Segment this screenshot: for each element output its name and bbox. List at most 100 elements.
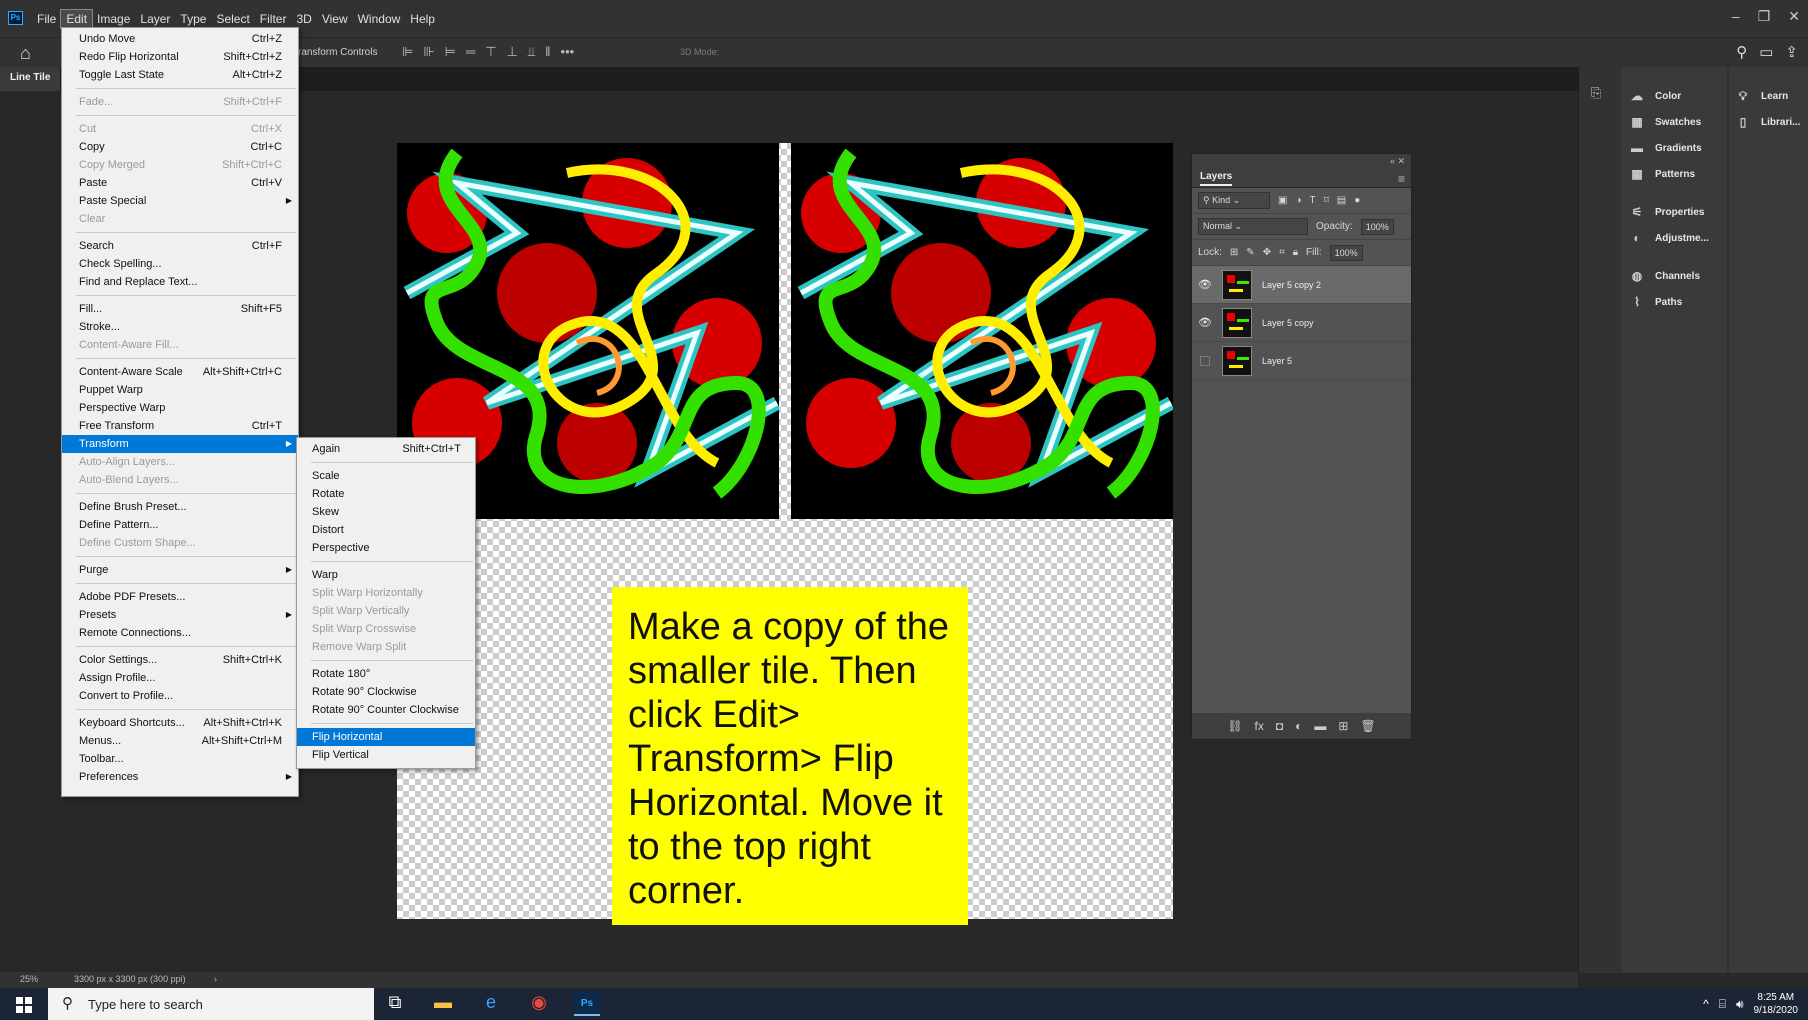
adjustment-icon[interactable]: ◐	[1295, 719, 1302, 733]
layer-row-layer-5-copy[interactable]: 👁︎ Layer 5 copy	[1192, 304, 1411, 342]
clock[interactable]: 8:25 AM 9/18/2020	[1754, 991, 1799, 1017]
menu-item-rotate-180[interactable]: Rotate 180°	[297, 665, 475, 683]
layers-tab[interactable]: Layers	[1200, 171, 1233, 186]
filter-type-icon[interactable]: T	[1310, 195, 1316, 206]
menu-item-scale[interactable]: Scale	[297, 467, 475, 485]
photoshop-taskbar-icon[interactable]: Ps	[574, 992, 600, 1016]
share-icon[interactable]: ⇪	[1785, 43, 1798, 61]
menu-help[interactable]: Help	[405, 10, 440, 28]
menu-item-presets[interactable]: Presets ▶	[62, 606, 298, 624]
panel-libraries[interactable]: ▯ Librari...	[1735, 109, 1808, 135]
menu-item-fill[interactable]: Fill... Shift+F5	[62, 300, 298, 318]
layer-row-layer-5[interactable]: Layer 5	[1192, 342, 1411, 380]
panel-gradients[interactable]: ▬ Gradients	[1629, 135, 1727, 161]
menu-select[interactable]: Select	[211, 10, 254, 28]
close-icon[interactable]: ✕	[1788, 8, 1800, 25]
filter-pixel-icon[interactable]: ▣	[1278, 195, 1287, 206]
menu-edit[interactable]: Edit	[60, 9, 94, 29]
panel-menu-icon[interactable]: ≡	[1398, 172, 1405, 186]
file-explorer-icon[interactable]: ▬	[430, 992, 456, 1016]
home-icon[interactable]: ⌂	[20, 43, 31, 64]
layer-row-layer-5-copy-2[interactable]: 👁︎ Layer 5 copy 2	[1192, 266, 1411, 304]
zoom-level[interactable]: 25%	[20, 974, 38, 984]
menu-item-define-pattern[interactable]: Define Pattern...	[62, 516, 298, 534]
lock-brush-icon[interactable]: ✎	[1246, 247, 1254, 258]
tray-chevron-icon[interactable]: ^	[1703, 997, 1709, 1011]
align-middle-icon[interactable]: ⊥	[507, 44, 518, 60]
collapse-icon[interactable]: « ✕	[1390, 156, 1405, 167]
lock-position-icon[interactable]: ✥	[1263, 247, 1271, 258]
menu-filter[interactable]: Filter	[255, 10, 292, 28]
menu-item-toggle-last-state[interactable]: Toggle Last State Alt+Ctrl+Z	[62, 66, 298, 84]
panel-learn[interactable]: 💡︎ Learn	[1735, 83, 1808, 109]
menu-file[interactable]: File	[32, 10, 61, 28]
lock-pixels-icon[interactable]: ⊞	[1230, 247, 1238, 258]
status-arrow-icon[interactable]: ›	[214, 974, 217, 984]
menu-item-menus[interactable]: Menus... Alt+Shift+Ctrl+M	[62, 732, 298, 750]
menu-item-perspective-warp[interactable]: Perspective Warp	[62, 399, 298, 417]
menu-item-check-spelling[interactable]: Check Spelling...	[62, 255, 298, 273]
menu-item-assign-profile[interactable]: Assign Profile...	[62, 669, 298, 687]
more-options-icon[interactable]: •••	[561, 44, 575, 60]
menu-item-paste[interactable]: Paste Ctrl+V	[62, 174, 298, 192]
menu-item-remote-connections[interactable]: Remote Connections...	[62, 624, 298, 642]
menu-type[interactable]: Type	[175, 10, 211, 28]
restore-icon[interactable]: ❐	[1758, 8, 1771, 25]
search-icon[interactable]: ⚲	[1736, 43, 1747, 61]
filter-shape-icon[interactable]: ⌑	[1324, 195, 1329, 206]
menu-item-stroke[interactable]: Stroke...	[62, 318, 298, 336]
document-tab[interactable]: Line Tile	[0, 67, 61, 91]
align-center-icon[interactable]: ⊪	[423, 44, 434, 60]
visibility-eye-icon[interactable]: 👁︎	[1198, 278, 1212, 291]
menu-item-content-aware-scale[interactable]: Content-Aware Scale Alt+Shift+Ctrl+C	[62, 363, 298, 381]
align-top-icon[interactable]: ⊤	[485, 44, 496, 60]
volume-icon[interactable]: 🔊︎	[1736, 997, 1744, 1012]
align-right-icon[interactable]: ⊨	[445, 44, 456, 60]
menu-item-preferences[interactable]: Preferences ▶	[62, 768, 298, 786]
menu-item-again[interactable]: Again Shift+Ctrl+T	[297, 440, 475, 458]
panel-channels[interactable]: ◍ Channels	[1629, 263, 1727, 289]
mask-icon[interactable]: ◘	[1276, 719, 1283, 733]
menu-item-flip-horizontal[interactable]: Flip Horizontal	[297, 728, 475, 746]
workspace-icon[interactable]: ▭	[1759, 43, 1773, 61]
network-icon[interactable]: ⌸	[1719, 997, 1726, 1012]
blend-mode-select[interactable]: Normal ⌄	[1198, 218, 1308, 235]
distribute-icon[interactable]: ═	[466, 44, 475, 60]
filter-kind-select[interactable]: ⚲ Kind ⌄	[1198, 192, 1270, 209]
align-bottom-icon[interactable]: ⫫	[528, 44, 535, 60]
panel-patterns[interactable]: ▩ Patterns	[1629, 161, 1727, 187]
filter-toggle-icon[interactable]: ●	[1354, 195, 1360, 206]
fill-field[interactable]: 100%	[1329, 244, 1363, 261]
panel-properties[interactable]: ⚟ Properties	[1629, 199, 1727, 225]
menu-item-paste-special[interactable]: Paste Special ▶	[62, 192, 298, 210]
menu-item-free-transform[interactable]: Free Transform Ctrl+T	[62, 417, 298, 435]
panel-paths[interactable]: ⌇ Paths	[1629, 289, 1727, 315]
menu-item-redo[interactable]: Redo Flip Horizontal Shift+Ctrl+Z	[62, 48, 298, 66]
link-icon[interactable]: ⛓	[1227, 719, 1242, 733]
menu-item-find-replace[interactable]: Find and Replace Text...	[62, 273, 298, 291]
panel-adjustments[interactable]: ◐ Adjustme...	[1629, 225, 1727, 251]
menu-item-rotate-90-ccw[interactable]: Rotate 90° Counter Clockwise	[297, 701, 475, 719]
menu-item-flip-vertical[interactable]: Flip Vertical	[297, 746, 475, 764]
menu-item-keyboard-shortcuts[interactable]: Keyboard Shortcuts... Alt+Shift+Ctrl+K	[62, 714, 298, 732]
menu-item-puppet-warp[interactable]: Puppet Warp	[62, 381, 298, 399]
menu-item-color-settings[interactable]: Color Settings... Shift+Ctrl+K	[62, 651, 298, 669]
windows-start-icon[interactable]	[16, 997, 32, 1013]
menu-view[interactable]: View	[317, 10, 353, 28]
edge-icon[interactable]: e	[478, 992, 504, 1016]
lock-artboard-icon[interactable]: ⌗	[1279, 247, 1285, 258]
filter-smart-icon[interactable]: ▤	[1337, 195, 1346, 206]
lock-all-icon[interactable]: 🔒︎	[1293, 247, 1298, 258]
menu-item-define-brush[interactable]: Define Brush Preset...	[62, 498, 298, 516]
menu-item-rotate-90-cw[interactable]: Rotate 90° Clockwise	[297, 683, 475, 701]
opacity-field[interactable]: 100%	[1360, 218, 1394, 235]
minimize-icon[interactable]: –	[1732, 8, 1740, 25]
menu-image[interactable]: Image	[92, 10, 135, 28]
distribute-v-icon[interactable]: ‖	[545, 44, 550, 60]
visibility-off-icon[interactable]	[1200, 355, 1210, 366]
chrome-icon[interactable]: ◉	[526, 992, 552, 1016]
menu-3d[interactable]: 3D	[291, 10, 316, 28]
menu-item-toolbar[interactable]: Toolbar...	[62, 750, 298, 768]
panel-swatches[interactable]: ▦ Swatches	[1629, 109, 1727, 135]
transform-controls-label[interactable]: ransform Controls	[298, 47, 377, 58]
